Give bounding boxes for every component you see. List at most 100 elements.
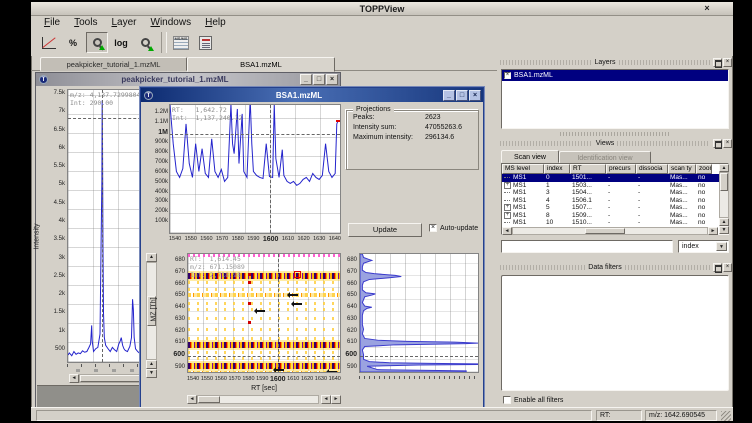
layer-item-bsa1[interactable]: BSA1.mzML — [502, 70, 728, 81]
tick-label: 1570 — [216, 236, 228, 243]
scroll-left-icon[interactable] — [321, 395, 331, 404]
scrollbar-thumb[interactable] — [198, 396, 220, 403]
float-panel-icon[interactable] — [713, 58, 722, 67]
tick-label: 610 — [175, 339, 185, 345]
window1-titlebar[interactable]: T peakpicker_tutorial_1.mzML — [36, 73, 340, 86]
scroll-right-icon[interactable] — [708, 227, 718, 235]
table-row[interactable]: MS131504...--Mas...no — [502, 189, 728, 197]
data-filters-list[interactable] — [501, 275, 729, 391]
maximize-icon[interactable] — [313, 74, 325, 85]
msms-view-button[interactable]: MS/MS — [170, 32, 192, 53]
table-row[interactable]: MS141506.1--Mas...no — [502, 197, 728, 205]
spectrum-window-bsa1[interactable]: T BSA1.mzML 1.2M1.1M1M900k800k700k600k50… — [140, 87, 484, 413]
float-panel-icon[interactable] — [713, 139, 722, 148]
menu-file[interactable]: File — [37, 16, 67, 29]
titlebar-texture — [500, 60, 592, 65]
close-icon[interactable] — [469, 90, 481, 101]
scroll-down-icon[interactable] — [719, 226, 729, 234]
scroll-up-icon[interactable] — [146, 360, 157, 369]
menu-layer[interactable]: Layer — [104, 16, 143, 29]
intensity-linear-button[interactable] — [38, 32, 60, 53]
scrollbar-thumb[interactable] — [80, 375, 140, 382]
views-panel-titlebar[interactable]: Views — [497, 138, 733, 149]
close-panel-icon[interactable] — [723, 58, 732, 67]
resize-grip[interactable] — [721, 411, 731, 421]
scroll-left-icon[interactable] — [69, 374, 79, 383]
search-field-combobox[interactable]: index — [678, 240, 729, 253]
scroll-right-icon[interactable] — [331, 395, 341, 404]
scrollbar-thumb[interactable] — [720, 173, 728, 191]
rt-projection-plot[interactable]: RT: 1,642.72 Int: 1,137,240.12 — [169, 104, 341, 234]
float-panel-icon[interactable] — [713, 263, 722, 272]
layer-visibility-checkbox[interactable] — [504, 72, 511, 79]
table-row[interactable]: MS111503...--Mas...no — [502, 182, 728, 190]
maximize-icon[interactable] — [456, 90, 468, 101]
checkbox-icon[interactable] — [503, 396, 511, 404]
tree-expand-icon[interactable] — [504, 182, 511, 189]
table-cell: 3 — [544, 189, 570, 197]
tab-peakpicker-tutorial[interactable]: peakpicker_tutorial_1.mzML — [40, 57, 187, 71]
minimize-icon[interactable] — [443, 90, 455, 101]
scroll-up-icon[interactable] — [146, 253, 157, 262]
enable-all-filters-checkbox[interactable]: Enable all filters — [503, 396, 563, 404]
column-header[interactable]: dissocia — [636, 164, 668, 174]
peak-map-2d[interactable]: RT: 1,614.45 m/z: 671.15089 Int: 2,718.9… — [187, 253, 341, 373]
menu-windows[interactable]: Windows — [144, 16, 199, 29]
chevron-down-icon[interactable] — [716, 242, 727, 251]
tick-label: 4k — [59, 218, 65, 224]
scroll-left-icon[interactable] — [502, 227, 512, 235]
update-button[interactable]: Update — [348, 223, 422, 237]
column-header[interactable]: zoom — [696, 164, 712, 174]
minimize-icon[interactable] — [300, 74, 312, 85]
app-titlebar[interactable]: TOPPView — [31, 2, 733, 16]
mz-projection-xticks — [359, 376, 479, 379]
tab-scan-view[interactable]: Scan view — [501, 150, 559, 163]
data-filters-panel-titlebar[interactable]: Data filters — [497, 262, 733, 273]
layers-panel-titlebar[interactable]: Layers — [497, 57, 733, 68]
column-header[interactable]: MS level — [502, 164, 544, 174]
tick-label: 1.5k — [54, 309, 65, 315]
zoom-mode-button[interactable] — [86, 32, 108, 53]
tree-expand-icon[interactable] — [504, 204, 511, 211]
green-arrow-icon — [99, 45, 105, 50]
table-row[interactable]: MS181509...--Mas...no — [502, 212, 728, 220]
scroll-down-icon[interactable] — [146, 369, 157, 378]
scrollbar-thumb[interactable] — [585, 228, 625, 234]
tick-label: 670 — [175, 269, 185, 275]
close-icon[interactable] — [701, 2, 713, 15]
tick-label: 680 — [175, 257, 185, 263]
column-header[interactable]: scan ty — [668, 164, 696, 174]
edit-meta-button[interactable] — [194, 32, 216, 53]
menu-help[interactable]: Help — [198, 16, 233, 29]
layers-list[interactable]: BSA1.mzML — [501, 69, 729, 129]
table-row[interactable]: MS1101510...--Mas...no — [502, 219, 728, 227]
table-row[interactable]: MS151507...--Mas...no — [502, 204, 728, 212]
column-header[interactable]: precurs — [606, 164, 636, 174]
cell-text: MS1 — [513, 197, 526, 205]
close-panel-icon[interactable] — [723, 139, 732, 148]
column-header[interactable]: index — [544, 164, 570, 174]
scan-table[interactable]: MS levelindexRTprecursdissociascan tyzoo… — [501, 163, 729, 235]
close-panel-icon[interactable] — [723, 263, 732, 272]
intensity-percentage-button[interactable]: % — [62, 32, 84, 53]
table-row[interactable]: MS101501...--Mas...no — [502, 174, 728, 182]
close-icon[interactable] — [326, 74, 338, 85]
scroll-up-icon[interactable] — [719, 164, 729, 172]
scroll-left-icon[interactable] — [187, 395, 197, 404]
cell-text: MS1 — [513, 182, 526, 190]
intensity-log-button[interactable]: log — [110, 32, 132, 53]
tab-bsa1[interactable]: BSA1.mzML — [187, 57, 335, 72]
table-cell: no — [696, 189, 712, 197]
checkbox-icon[interactable] — [429, 224, 437, 232]
tree-expand-icon[interactable] — [504, 212, 511, 219]
zoom-1d-button[interactable] — [134, 32, 156, 53]
views-panel-title: Views — [596, 140, 615, 147]
scan-search-input[interactable] — [501, 240, 673, 253]
column-header[interactable]: RT — [570, 164, 606, 174]
menu-tools[interactable]: Tools — [67, 16, 104, 29]
window2-titlebar[interactable]: T BSA1.mzML — [141, 88, 483, 102]
scroll-up-icon[interactable] — [719, 218, 729, 226]
mz-projection-plot[interactable] — [359, 253, 479, 373]
auto-update-checkbox[interactable]: Auto-update — [429, 224, 478, 232]
panel-splitter[interactable] — [560, 132, 670, 136]
